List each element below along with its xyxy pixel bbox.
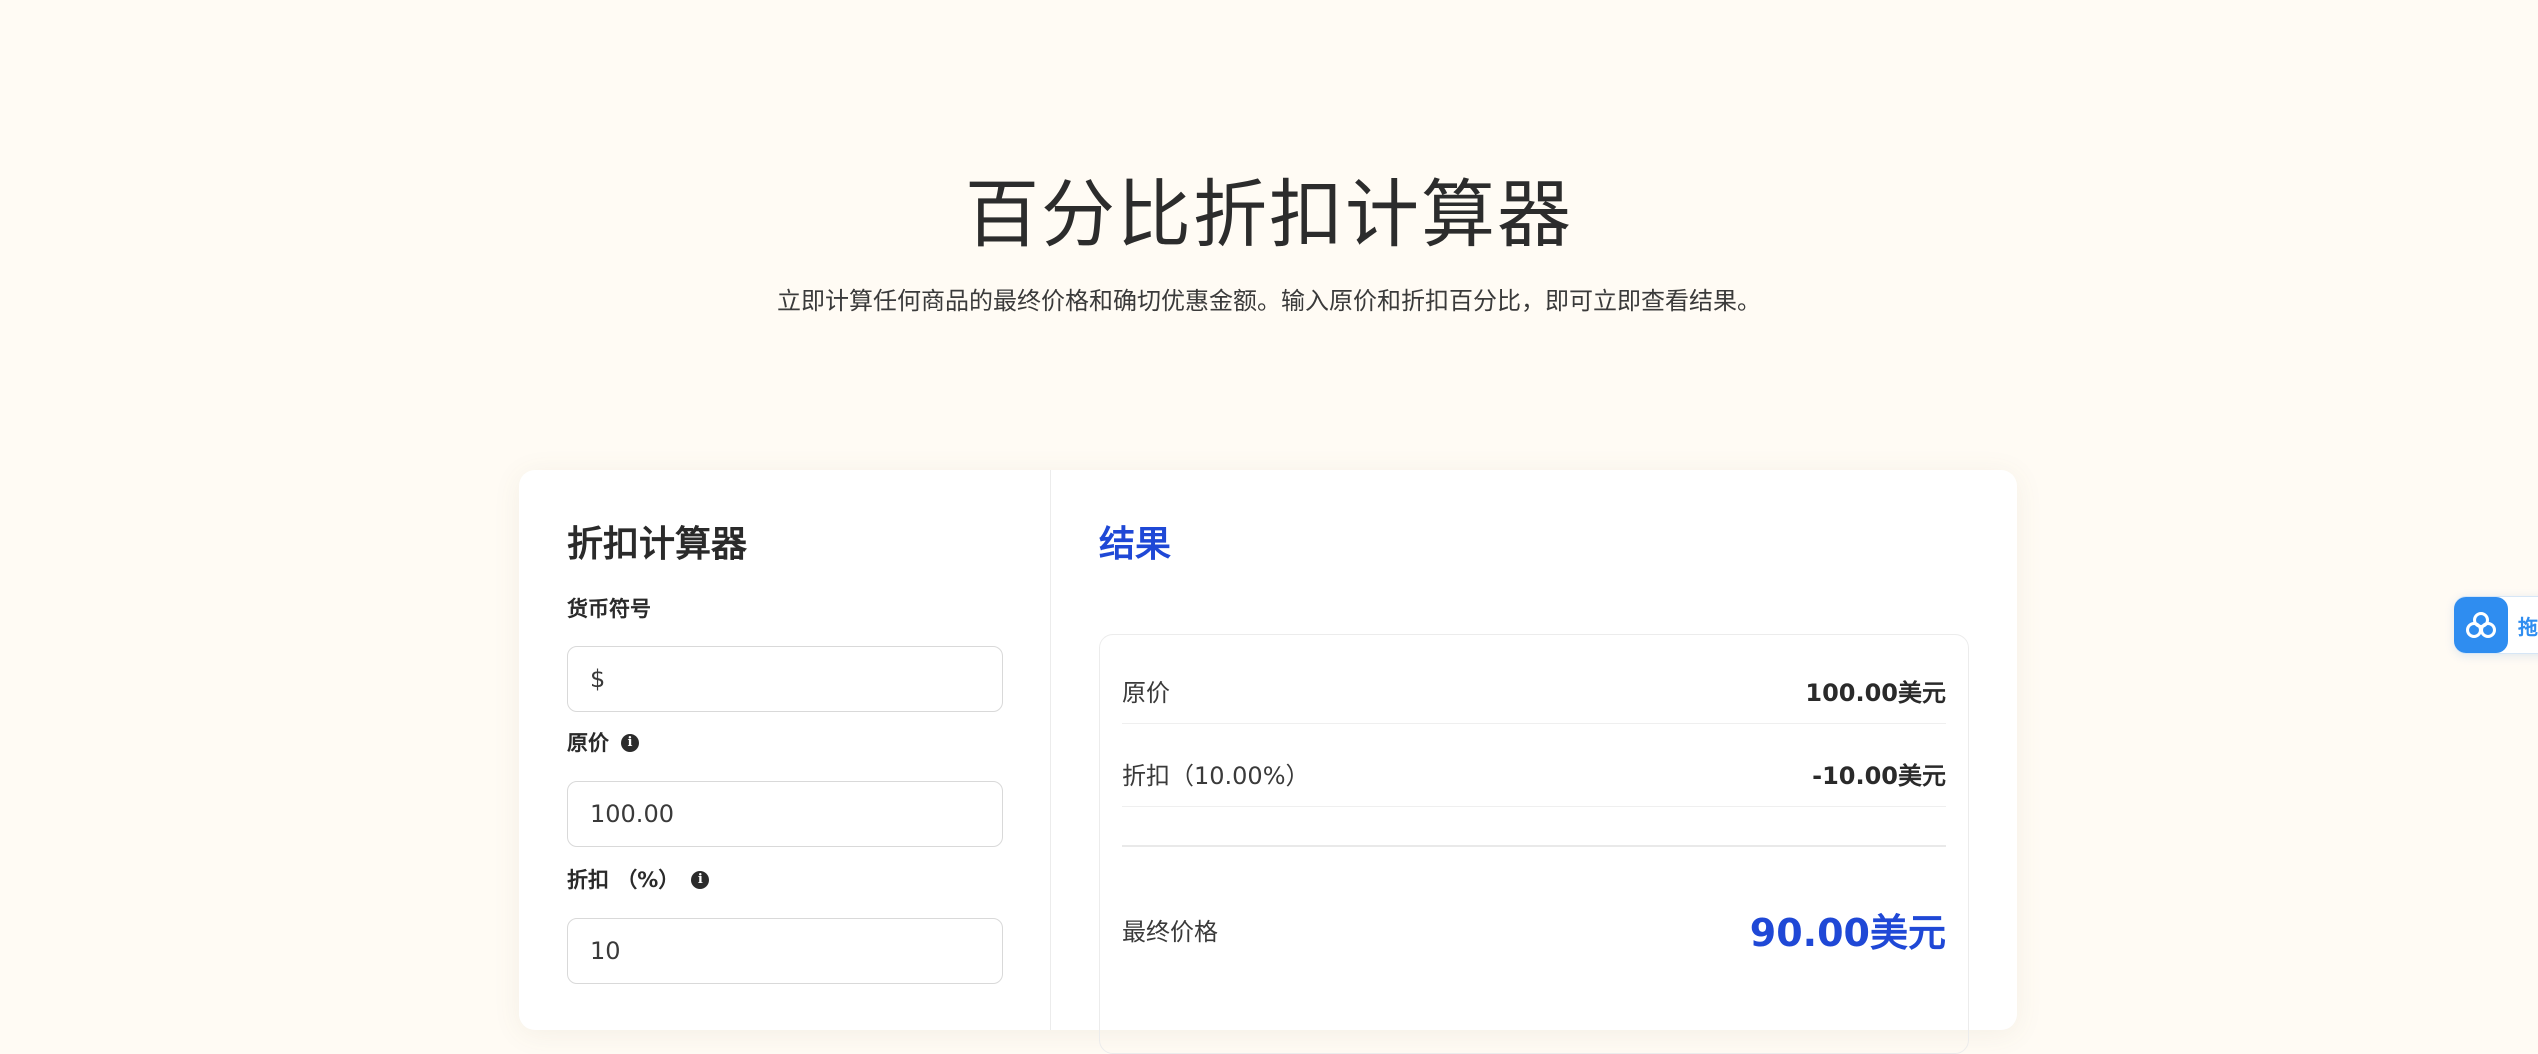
price-label: 原价 i (567, 728, 639, 758)
cloud-link-icon[interactable] (2454, 597, 2508, 653)
row-divider (1122, 806, 1946, 807)
currency-label: 货币符号 (567, 594, 651, 624)
final-price-label: 最终价格 (1122, 918, 1218, 946)
discount-row-value: -10.00美元 (1812, 762, 1946, 790)
floating-widget[interactable]: 拖 (2454, 596, 2538, 654)
results-panel: 结果 原价 100.00美元 折扣（10.00%） -10.00美元 最终价格 … (1051, 470, 2017, 1054)
page-title: 百分比折扣计算器 (965, 172, 1573, 258)
calculator-card: 折扣计算器 货币符号 原价 i 折扣 （%） i 结果 原价 100.00美元 … (519, 470, 2017, 1054)
final-price-value: 90.00美元 (1749, 911, 1946, 955)
discount-label-text: 折扣 （%） (567, 868, 680, 892)
discount-row: 折扣（10.00%） -10.00美元 (1122, 756, 1946, 791)
cloud-link-svg (2466, 612, 2496, 638)
original-price-value: 100.00美元 (1805, 679, 1946, 707)
price-input[interactable] (567, 781, 1003, 847)
price-label-text: 原价 (567, 731, 609, 755)
discount-input[interactable] (567, 918, 1003, 984)
currency-label-text: 货币符号 (567, 597, 651, 621)
floating-widget-text: 拖 (2518, 614, 2538, 639)
final-price-row: 最终价格 90.00美元 (1122, 902, 1946, 957)
discount-label: 折扣 （%） i (567, 865, 710, 895)
input-panel: 折扣计算器 货币符号 原价 i 折扣 （%） i (519, 470, 1051, 1030)
row-divider (1122, 723, 1946, 724)
discount-row-label: 折扣（10.00%） (1122, 762, 1310, 790)
page-subtitle: 立即计算任何商品的最终价格和确切优惠金额。输入原价和折扣百分比，即可立即查看结果… (777, 287, 1761, 315)
discount-info-icon[interactable]: i (691, 871, 710, 889)
results-box: 原价 100.00美元 折扣（10.00%） -10.00美元 最终价格 90.… (1099, 634, 1969, 1054)
currency-input[interactable] (567, 646, 1003, 712)
original-price-label: 原价 (1122, 679, 1170, 707)
price-info-icon[interactable]: i (621, 734, 639, 752)
calculator-title: 折扣计算器 (567, 524, 748, 565)
total-divider (1122, 845, 1946, 847)
original-price-row: 原价 100.00美元 (1122, 673, 1946, 708)
results-title: 结果 (1099, 524, 1172, 565)
